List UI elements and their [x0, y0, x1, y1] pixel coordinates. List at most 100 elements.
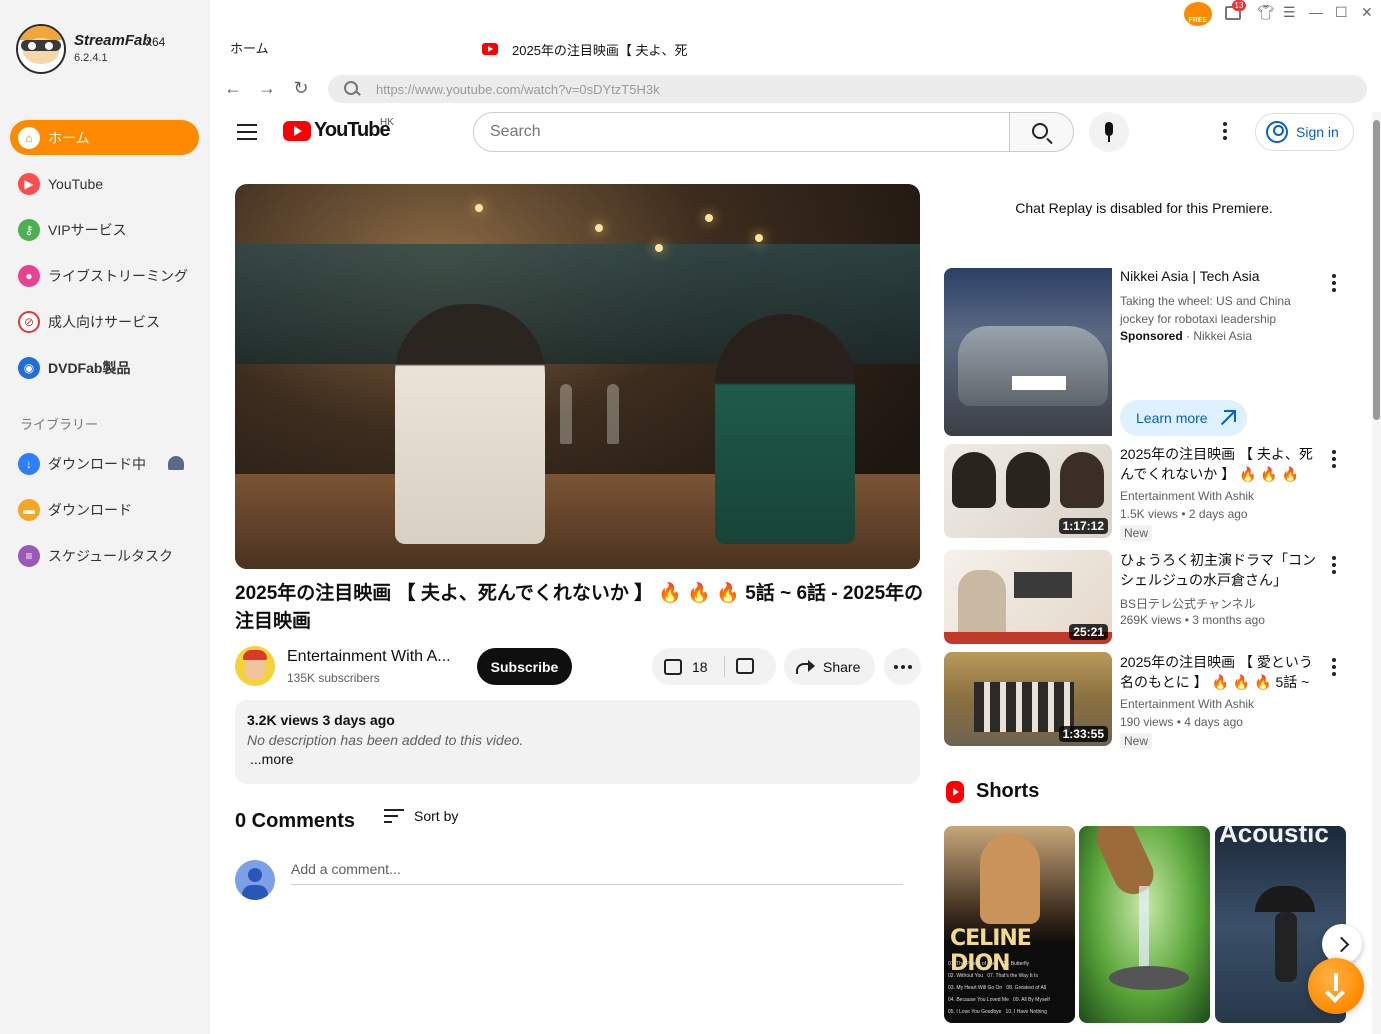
recommended-video[interactable]: 1:33:55 2025年の注目映画 【 愛という名のもとに 】 🔥 🔥 🔥 5… — [944, 652, 1354, 749]
tab-home[interactable]: ホーム — [210, 32, 470, 66]
sidebar-item-vip[interactable]: ⚷ VIPサービス — [10, 212, 199, 247]
video-channel[interactable]: BS日テレ公式チャンネル — [1120, 595, 1256, 612]
tab-video[interactable]: 2025年の注目映画【 夫よ、死 — [470, 32, 713, 66]
sidebar-item-label: DVDFab製品 — [48, 359, 131, 376]
video-thumbnail[interactable]: 1:17:12 — [944, 444, 1112, 538]
sidebar-item-downloaded[interactable]: ▬ ダウンロード — [10, 492, 199, 527]
sponsored-label: Sponsored — [1120, 329, 1183, 343]
download-icon[interactable] — [1308, 958, 1364, 1014]
scrollbar-thumb[interactable] — [1373, 120, 1380, 420]
close-icon[interactable]: ✕ — [1361, 4, 1373, 21]
minimize-icon[interactable]: — — [1309, 4, 1323, 20]
sidebar-item-label: ホーム — [48, 129, 90, 146]
short-thumbnail[interactable] — [1079, 826, 1210, 1023]
voice-search-button[interactable] — [1089, 112, 1129, 152]
ad-menu-icon[interactable] — [1332, 274, 1336, 295]
app-brand: StreamFab x64 6.2.4.1 — [16, 24, 206, 74]
video-menu-icon[interactable] — [1332, 556, 1336, 577]
video-menu-icon[interactable] — [1332, 450, 1336, 471]
sidebar-item-adult[interactable]: ⊘ 成人向けサービス — [10, 304, 199, 339]
subscribe-button[interactable]: Subscribe — [477, 648, 572, 685]
learn-more-button[interactable]: Learn more — [1120, 400, 1247, 436]
description-more-link[interactable]: ...more — [247, 751, 908, 767]
chat-replay-notice: Chat Replay is disabled for this Premier… — [1015, 200, 1273, 216]
tab-video-title: 2025年の注目映画【 夫よ、死 — [512, 42, 688, 58]
sidebar-item-schedule[interactable]: ≡ スケジュールタスク — [10, 538, 199, 573]
forward-arrow-icon[interactable]: → — [256, 78, 278, 99]
address-bar[interactable]: https://www.youtube.com/watch?v=0sDYtzT5… — [328, 75, 1367, 103]
short-thumbnail[interactable]: CELINE DION 01. The Power of Love 06. Bu… — [944, 826, 1075, 1023]
like-button[interactable]: 18 — [652, 648, 724, 685]
video-channel[interactable]: Entertainment With Ashik — [1120, 697, 1254, 711]
shorts-label: Shorts — [976, 780, 1040, 802]
sidebar-item-live[interactable]: ● ライブストリーミング — [10, 258, 199, 293]
video-title[interactable]: 2025年の注目映画 【 愛という名のもとに 】 🔥 🔥 🔥 5話 ~ ... — [1120, 652, 1320, 692]
learn-more-label: Learn more — [1136, 410, 1208, 426]
video-title[interactable]: ひょうろく初主演ドラマ「コンシェルジュの水戸倉さん」 — [1120, 550, 1320, 590]
app-version: 6.2.4.1 — [74, 52, 108, 64]
camera-icon: ● — [18, 264, 40, 287]
sidebar-item-label: ダウンロード — [48, 501, 132, 518]
sort-comments-button[interactable]: Sort by — [384, 808, 458, 824]
guide-menu-icon[interactable] — [237, 124, 257, 140]
thumbs-down-icon[interactable] — [736, 658, 754, 674]
page-scrollbar[interactable] — [1372, 112, 1381, 1034]
home-icon: ⌂ — [18, 126, 40, 149]
region-code: HK — [380, 117, 394, 128]
sign-in-button[interactable]: Sign in — [1255, 113, 1354, 151]
channel-name[interactable]: Entertainment With A... — [287, 648, 451, 666]
comment-input[interactable]: Add a comment... — [291, 860, 903, 885]
free-badge-label: FREE — [1188, 17, 1208, 24]
youtube-logo[interactable]: YouTube — [283, 119, 391, 142]
video-meta: 1.5K views • 2 days ago — [1120, 507, 1248, 521]
schedule-list-icon: ≡ — [18, 544, 40, 567]
video-thumbnail[interactable]: 25:21 — [944, 550, 1112, 644]
video-title[interactable]: 2025年の注目映画 【 夫よ、死んでくれないか 】 🔥 🔥 🔥 7... — [1120, 444, 1320, 484]
recommended-video[interactable]: 1:17:12 2025年の注目映画 【 夫よ、死んでくれないか 】 🔥 🔥 🔥… — [944, 444, 1354, 541]
video-meta: 269K views • 3 months ago — [1120, 613, 1265, 627]
user-avatar — [235, 860, 275, 900]
video-menu-icon[interactable] — [1332, 658, 1336, 679]
app-sidebar: StreamFab x64 6.2.4.1 ⌂ ホーム ▶ YouTube ⚷ … — [0, 0, 210, 1034]
sidebar-item-label: YouTube — [48, 175, 104, 192]
video-player[interactable] — [235, 184, 920, 569]
channel-avatar[interactable] — [235, 646, 275, 686]
browser-toolbar: ← → ↻ https://www.youtube.com/watch?v=0s… — [210, 66, 1381, 112]
sponsor-name: · Nikkei Asia — [1182, 329, 1253, 343]
external-link-icon — [1218, 410, 1236, 426]
share-button[interactable]: Share — [784, 648, 875, 685]
description-box[interactable]: 3.2K views 3 days ago No description has… — [235, 700, 920, 784]
youtube-search-input[interactable]: Search — [473, 112, 1010, 152]
more-actions-button[interactable] — [884, 648, 921, 685]
comments-count: 0 Comments — [235, 810, 356, 832]
search-icon — [344, 81, 360, 97]
sort-icon — [384, 809, 404, 823]
refresh-icon[interactable]: ↻ — [290, 78, 312, 99]
ad-title[interactable]: Nikkei Asia | Tech Asia — [1120, 268, 1260, 284]
recommended-video[interactable]: 25:21 ひょうろく初主演ドラマ「コンシェルジュの水戸倉さん」 BS日テレ公式… — [944, 550, 1354, 646]
video-channel[interactable]: Entertainment With Ashik — [1120, 489, 1254, 503]
sidebar-item-youtube[interactable]: ▶ YouTube — [10, 166, 199, 201]
library-heading: ライブラリー — [20, 417, 99, 432]
view-count-date: 3.2K views 3 days ago — [247, 712, 395, 728]
like-dislike-group: 18 — [652, 648, 776, 685]
menu-icon[interactable]: ☰ — [1283, 4, 1296, 21]
settings-more-icon[interactable] — [1223, 122, 1229, 143]
sidebar-item-dvdfab[interactable]: ◉ DVDFab製品 — [10, 350, 199, 385]
search-placeholder: Search — [490, 123, 541, 140]
youtube-logo-text: YouTube — [314, 119, 391, 141]
video-title: 2025年の注目映画 【 夫よ、死んでくれないか 】 🔥 🔥 🔥 5話 ~ 6話… — [235, 583, 924, 632]
streamfab-logo-icon — [16, 24, 66, 74]
free-badge-icon[interactable]: FREE — [1184, 2, 1212, 26]
maximize-icon[interactable]: ☐ — [1335, 4, 1348, 21]
search-button[interactable] — [1010, 112, 1074, 152]
sidebar-item-label: ライブストリーミング — [48, 267, 188, 284]
video-thumbnail[interactable]: 1:33:55 — [944, 652, 1112, 746]
video-meta: 190 views • 4 days ago — [1120, 715, 1243, 729]
short-title-text: Acoustic — [1219, 826, 1329, 848]
ad-sponsor: Sponsored · Nikkei Asia — [1120, 329, 1252, 343]
ad-thumbnail[interactable] — [944, 268, 1112, 436]
shirt-icon[interactable]: 👕︎ — [1257, 4, 1275, 21]
back-arrow-icon[interactable]: ← — [222, 78, 244, 99]
sidebar-item-home[interactable]: ⌂ ホーム — [10, 120, 199, 155]
